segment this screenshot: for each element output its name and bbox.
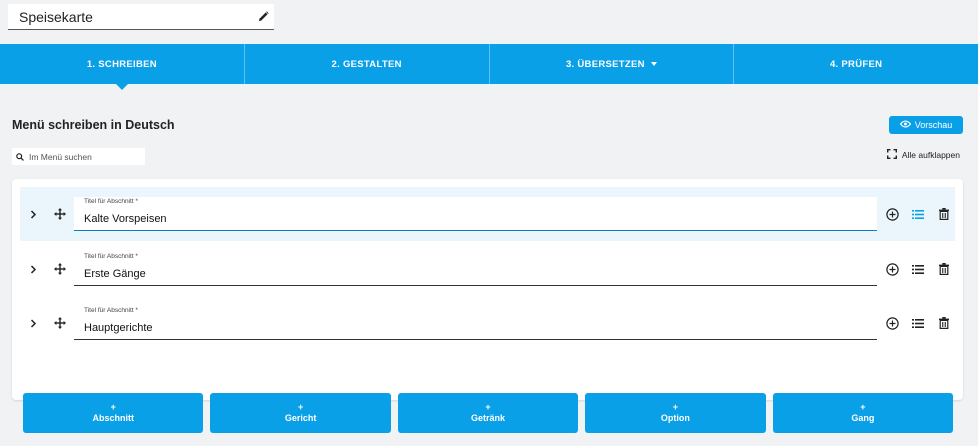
add-course-button[interactable]: + Gang xyxy=(772,393,954,433)
add-option-button[interactable]: + Option xyxy=(585,393,766,433)
section-title: Erste Gänge xyxy=(84,268,146,280)
tab-review[interactable]: 4. PRÜFEN xyxy=(734,44,978,84)
plus-icon: + xyxy=(860,401,866,412)
plus-icon: + xyxy=(485,401,491,412)
move-handle-icon[interactable] xyxy=(46,208,74,220)
chevron-right-icon[interactable] xyxy=(20,264,46,274)
section-title-field[interactable]: Titel für Abschnitt * Erste Gänge xyxy=(74,252,877,286)
preview-label: Vorschau xyxy=(914,120,953,130)
menu-title-field[interactable]: Speisekarte xyxy=(8,4,274,30)
expand-all-label: Alle aufklappen xyxy=(901,150,960,160)
add-dish-button[interactable]: + Gericht xyxy=(210,393,391,433)
search-placeholder: Im Menü suchen xyxy=(29,151,92,162)
row-actions xyxy=(884,315,952,331)
section-row[interactable]: Titel für Abschnitt * Kalte Vorspeisen xyxy=(20,187,955,241)
list-icon[interactable] xyxy=(910,261,926,277)
search-icon xyxy=(16,152,26,162)
list-icon[interactable] xyxy=(910,206,926,222)
plus-icon: + xyxy=(672,401,679,412)
list-icon[interactable] xyxy=(910,315,926,331)
row-actions xyxy=(884,206,952,222)
add-circle-icon[interactable] xyxy=(884,315,900,331)
tab-write[interactable]: 1. SCHREIBEN xyxy=(0,44,245,90)
add-drink-button[interactable]: + Getränk xyxy=(397,393,579,433)
section-title-field[interactable]: Titel für Abschnitt * Kalte Vorspeisen xyxy=(74,197,877,231)
add-option-label: Option xyxy=(660,412,690,423)
section-title: Hauptgerichte xyxy=(84,322,153,334)
page-heading: Menü schreiben in Deutsch xyxy=(12,118,175,132)
plus-icon: + xyxy=(297,401,304,412)
preview-button[interactable]: Vorschau xyxy=(889,116,963,134)
add-section-label: Abschnitt xyxy=(92,412,134,423)
plus-icon: + xyxy=(110,401,116,412)
tab-review-label: 4. PRÜFEN xyxy=(829,58,883,70)
tab-translate-label: 3. ÜBERSETZEN xyxy=(565,58,645,70)
add-dish-label: Gericht xyxy=(284,412,317,423)
step-tabs: 1. SCHREIBEN 2. GESTALTEN 3. ÜBERSETZEN … xyxy=(0,44,978,90)
pencil-icon[interactable] xyxy=(252,6,274,28)
add-circle-icon[interactable] xyxy=(884,261,900,277)
trash-icon[interactable] xyxy=(936,206,952,222)
fullscreen-icon xyxy=(886,149,897,161)
menu-title-text: Speisekarte xyxy=(19,8,93,25)
caret-down-icon xyxy=(650,62,657,66)
tab-design[interactable]: 2. GESTALTEN xyxy=(245,44,490,84)
section-title-field[interactable]: Titel für Abschnitt * Hauptgerichte xyxy=(74,306,877,340)
add-toolbar: + Abschnitt + Gericht + Getränk + Option… xyxy=(23,393,954,433)
tab-design-label: 2. GESTALTEN xyxy=(331,58,402,70)
section-row[interactable]: Titel für Abschnitt * Hauptgerichte xyxy=(20,296,955,350)
chevron-right-icon[interactable] xyxy=(20,318,46,328)
search-input[interactable]: Im Menü suchen xyxy=(12,148,145,165)
expand-all-button[interactable]: Alle aufklappen xyxy=(886,149,960,161)
field-label: Titel für Abschnitt * xyxy=(84,253,138,260)
chevron-right-icon[interactable] xyxy=(20,209,46,219)
sections-card: Titel für Abschnitt * Kalte Vorspeisen T… xyxy=(12,179,963,400)
trash-icon[interactable] xyxy=(936,261,952,277)
add-circle-icon[interactable] xyxy=(884,206,900,222)
add-section-button[interactable]: + Abschnitt xyxy=(23,393,204,433)
move-handle-icon[interactable] xyxy=(46,263,74,275)
field-label: Titel für Abschnitt * xyxy=(84,307,138,314)
section-row[interactable]: Titel für Abschnitt * Erste Gänge xyxy=(20,242,955,296)
add-drink-label: Getränk xyxy=(471,412,506,423)
eye-icon xyxy=(899,120,911,130)
section-title: Kalte Vorspeisen xyxy=(84,213,167,225)
tab-write-label: 1. SCHREIBEN xyxy=(86,58,157,70)
add-course-label: Gang xyxy=(851,412,875,423)
field-label: Titel für Abschnitt * xyxy=(84,198,138,205)
tab-translate[interactable]: 3. ÜBERSETZEN xyxy=(490,44,735,84)
move-handle-icon[interactable] xyxy=(46,317,74,329)
trash-icon[interactable] xyxy=(936,315,952,331)
row-actions xyxy=(884,261,952,277)
